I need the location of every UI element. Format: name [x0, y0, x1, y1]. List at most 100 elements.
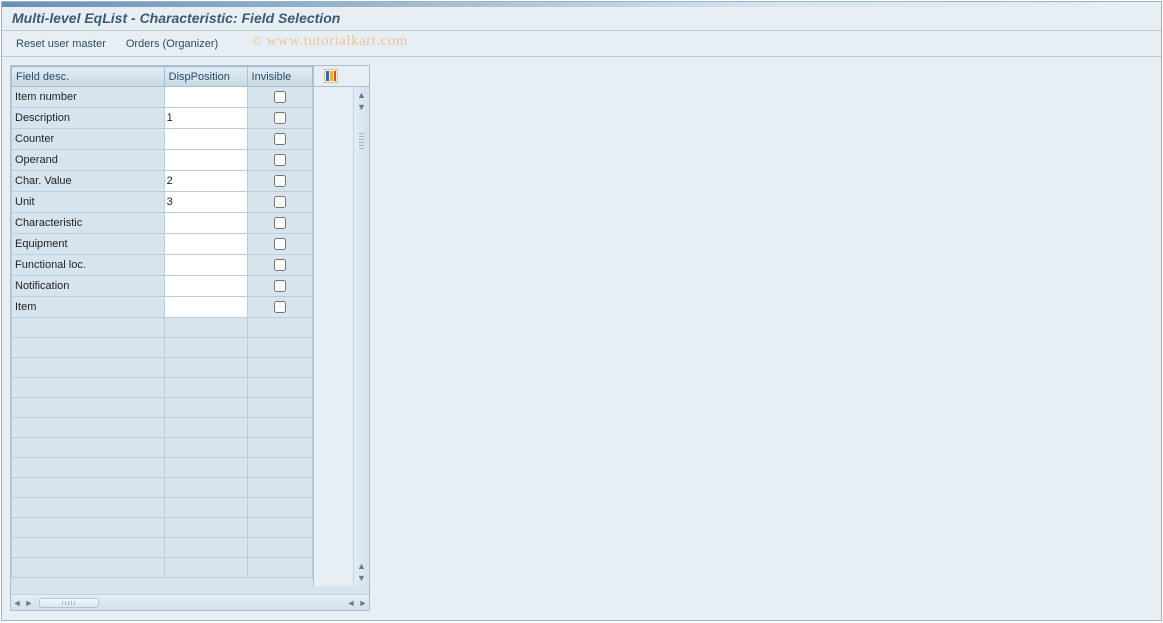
cell-disp-position[interactable]	[164, 255, 247, 276]
cell-field-desc[interactable]: Characteristic	[12, 213, 165, 234]
table-row[interactable]: Description	[12, 108, 313, 129]
disp-position-input[interactable]	[165, 172, 247, 190]
scroll-grip-icon[interactable]	[359, 133, 364, 151]
cell-field-desc[interactable]	[12, 518, 165, 538]
disp-position-input[interactable]	[165, 151, 247, 169]
cell-invisible[interactable]	[247, 538, 312, 558]
table-row[interactable]	[12, 398, 313, 418]
table-row[interactable]	[12, 458, 313, 478]
cell-disp-position[interactable]	[164, 318, 247, 338]
col-header-disp-position[interactable]: DispPosition	[164, 67, 247, 87]
cell-field-desc[interactable]: Functional loc.	[12, 255, 165, 276]
cell-field-desc[interactable]: Description	[12, 108, 165, 129]
table-row[interactable]: Equipment	[12, 234, 313, 255]
cell-disp-position[interactable]	[164, 398, 247, 418]
scroll-right-near-left-icon[interactable]: ►	[23, 597, 35, 609]
invisible-checkbox[interactable]	[274, 238, 286, 250]
cell-disp-position[interactable]	[164, 418, 247, 438]
disp-position-input[interactable]	[165, 298, 247, 316]
invisible-checkbox[interactable]	[274, 301, 286, 313]
disp-position-input[interactable]	[165, 130, 247, 148]
table-row[interactable]	[12, 318, 313, 338]
cell-disp-position[interactable]	[164, 338, 247, 358]
disp-position-input[interactable]	[165, 256, 247, 274]
invisible-checkbox[interactable]	[274, 91, 286, 103]
table-row[interactable]: Item number	[12, 87, 313, 108]
cell-field-desc[interactable]	[12, 538, 165, 558]
cell-disp-position[interactable]	[164, 438, 247, 458]
cell-disp-position[interactable]	[164, 358, 247, 378]
disp-position-input[interactable]	[165, 214, 247, 232]
cell-disp-position[interactable]	[164, 234, 247, 255]
horizontal-scrollbar[interactable]: ◄ ► ◄ ►	[11, 594, 369, 610]
scroll-left-icon[interactable]: ◄	[11, 597, 23, 609]
cell-field-desc[interactable]	[12, 378, 165, 398]
invisible-checkbox[interactable]	[274, 154, 286, 166]
cell-invisible[interactable]	[247, 378, 312, 398]
scroll-down-icon[interactable]: ▼	[356, 572, 368, 584]
cell-field-desc[interactable]: Item number	[12, 87, 165, 108]
cell-invisible[interactable]	[247, 108, 312, 129]
cell-field-desc[interactable]: Notification	[12, 276, 165, 297]
cell-field-desc[interactable]: Unit	[12, 192, 165, 213]
reset-user-master-button[interactable]: Reset user master	[10, 35, 112, 53]
disp-position-input[interactable]	[165, 235, 247, 253]
cell-invisible[interactable]	[247, 398, 312, 418]
invisible-checkbox[interactable]	[274, 217, 286, 229]
cell-field-desc[interactable]	[12, 398, 165, 418]
cell-disp-position[interactable]	[164, 192, 247, 213]
cell-invisible[interactable]	[247, 171, 312, 192]
table-row[interactable]	[12, 518, 313, 538]
cell-field-desc[interactable]	[12, 558, 165, 578]
cell-field-desc[interactable]	[12, 458, 165, 478]
cell-invisible[interactable]	[247, 558, 312, 578]
cell-disp-position[interactable]	[164, 458, 247, 478]
cell-invisible[interactable]	[247, 358, 312, 378]
disp-position-input[interactable]	[165, 88, 247, 106]
table-row[interactable]	[12, 498, 313, 518]
cell-invisible[interactable]	[247, 276, 312, 297]
table-row[interactable]	[12, 378, 313, 398]
cell-field-desc[interactable]: Equipment	[12, 234, 165, 255]
cell-disp-position[interactable]	[164, 538, 247, 558]
cell-disp-position[interactable]	[164, 276, 247, 297]
cell-invisible[interactable]	[247, 150, 312, 171]
table-settings-icon[interactable]	[324, 69, 338, 83]
table-row[interactable]: Characteristic	[12, 213, 313, 234]
vertical-scrollbar[interactable]: ▲ ▼ ▲ ▼	[353, 87, 369, 586]
cell-invisible[interactable]	[247, 87, 312, 108]
cell-invisible[interactable]	[247, 438, 312, 458]
table-row[interactable]: Notification	[12, 276, 313, 297]
table-row[interactable]: Functional loc.	[12, 255, 313, 276]
cell-invisible[interactable]	[247, 418, 312, 438]
cell-invisible[interactable]	[247, 518, 312, 538]
cell-invisible[interactable]	[247, 255, 312, 276]
invisible-checkbox[interactable]	[274, 133, 286, 145]
cell-invisible[interactable]	[247, 318, 312, 338]
cell-disp-position[interactable]	[164, 498, 247, 518]
orders-organizer-button[interactable]: Orders (Organizer)	[120, 35, 224, 53]
invisible-checkbox[interactable]	[274, 175, 286, 187]
cell-invisible[interactable]	[247, 338, 312, 358]
cell-disp-position[interactable]	[164, 558, 247, 578]
cell-disp-position[interactable]	[164, 213, 247, 234]
cell-invisible[interactable]	[247, 234, 312, 255]
cell-disp-position[interactable]	[164, 129, 247, 150]
table-row[interactable]	[12, 538, 313, 558]
scroll-left-near-right-icon[interactable]: ◄	[345, 597, 357, 609]
cell-invisible[interactable]	[247, 478, 312, 498]
cell-disp-position[interactable]	[164, 108, 247, 129]
table-row[interactable]: Item	[12, 297, 313, 318]
table-row[interactable]: Operand	[12, 150, 313, 171]
cell-invisible[interactable]	[247, 192, 312, 213]
table-row[interactable]	[12, 558, 313, 578]
cell-invisible[interactable]	[247, 213, 312, 234]
cell-field-desc[interactable]: Counter	[12, 129, 165, 150]
cell-field-desc[interactable]	[12, 498, 165, 518]
table-row[interactable]: Counter	[12, 129, 313, 150]
col-header-field-desc[interactable]: Field desc.	[12, 67, 165, 87]
invisible-checkbox[interactable]	[274, 112, 286, 124]
table-row[interactable]	[12, 358, 313, 378]
cell-field-desc[interactable]	[12, 358, 165, 378]
col-header-invisible[interactable]: Invisible	[247, 67, 312, 87]
